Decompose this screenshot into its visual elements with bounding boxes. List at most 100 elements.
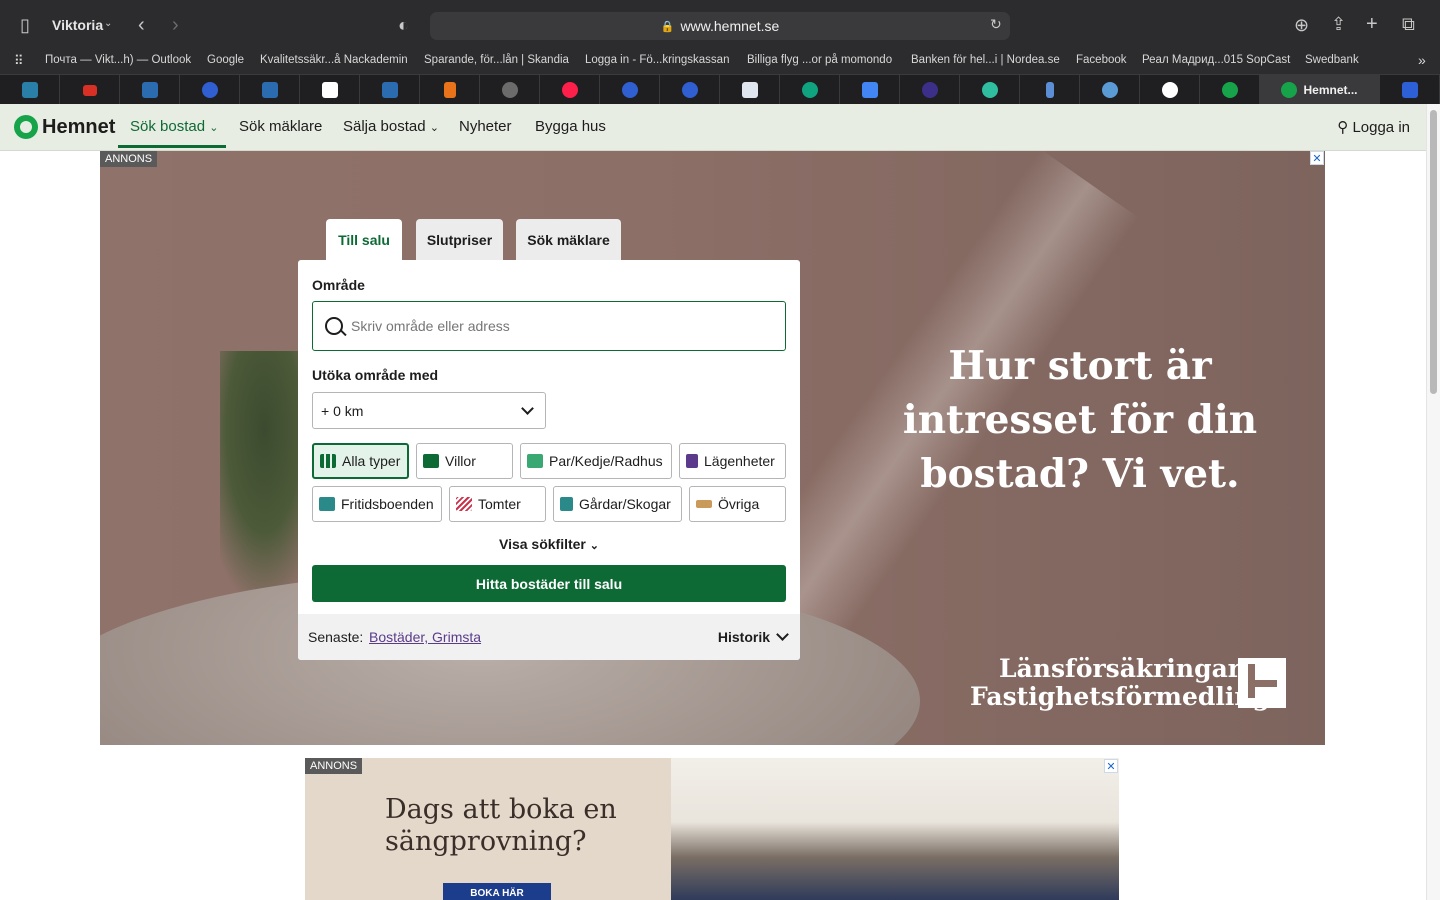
tab-slutpriser[interactable]: Slutpriser bbox=[416, 219, 503, 261]
favorites-bar: ⠿ Почта — Vikt...h) — Outlook Google Kva… bbox=[0, 50, 1440, 74]
nav-sok-maklare[interactable]: Sök mäklare bbox=[239, 118, 322, 135]
ad-close-icon[interactable]: ✕ bbox=[1104, 759, 1118, 773]
tab-red[interactable] bbox=[540, 75, 600, 105]
more-favorites-icon[interactable]: » bbox=[1418, 52, 1426, 68]
type-ovriga[interactable]: Övriga bbox=[689, 486, 786, 522]
tab-chatgpt[interactable] bbox=[780, 75, 840, 105]
tab-linkedin-2[interactable] bbox=[240, 75, 300, 105]
type-alla-typer[interactable]: Alla typer bbox=[312, 443, 409, 479]
favorite-skandia[interactable]: Sparande, för...lån | Skandia bbox=[424, 54, 569, 66]
privacy-shield-icon[interactable]: ◐ bbox=[398, 16, 409, 34]
type-lagenheter[interactable]: Lägenheter bbox=[679, 443, 786, 479]
red-dot-icon bbox=[561, 82, 578, 98]
login-link[interactable]: ⚲ Logga in bbox=[1337, 118, 1410, 136]
chevron-down-icon bbox=[776, 628, 789, 641]
grid-type-icon bbox=[320, 454, 336, 468]
tab-hemnet-active[interactable]: Hemnet... bbox=[1260, 75, 1380, 105]
favorite-facebook[interactable]: Facebook bbox=[1076, 54, 1127, 66]
hemnet-icon bbox=[1281, 82, 1298, 98]
tab-knot[interactable] bbox=[720, 75, 780, 105]
type-label: Fritidsboenden bbox=[341, 496, 434, 512]
favorite-outlook[interactable]: Почта — Vikt...h) — Outlook bbox=[45, 54, 191, 66]
share-icon[interactable]: ⇪ bbox=[1331, 15, 1346, 33]
gmail-icon bbox=[82, 84, 97, 96]
back-icon[interactable]: ‹ bbox=[138, 15, 145, 35]
browser-toolbar: ▯ Viktoria ⌄ ‹ › ◐ 🔒 www.hemnet.se ↻ ⊕ ⇪… bbox=[0, 0, 1440, 50]
bedroom-image bbox=[671, 758, 1119, 900]
favorite-sopcast[interactable]: Реал Мадрид...015 SopCast bbox=[1142, 54, 1290, 66]
cabin-icon bbox=[319, 497, 335, 511]
tab-till-salu[interactable]: Till salu bbox=[326, 219, 402, 261]
type-villor[interactable]: Villor bbox=[416, 443, 513, 479]
farm-icon bbox=[560, 497, 573, 511]
thermometer-icon bbox=[1045, 82, 1054, 98]
page-scrollbar[interactable] bbox=[1426, 104, 1440, 900]
recent-search-link[interactable]: Bostäder, Grimsta bbox=[369, 629, 481, 645]
tab-sok-maklare[interactable]: Sök mäklare bbox=[516, 219, 621, 261]
type-tomter[interactable]: Tomter bbox=[449, 486, 546, 522]
new-tab-icon[interactable]: + bbox=[1366, 14, 1378, 34]
download-icon[interactable]: ⊕ bbox=[1294, 16, 1309, 34]
link-icon bbox=[1101, 82, 1118, 98]
tab-blue-2[interactable] bbox=[600, 75, 660, 105]
favorite-nordea[interactable]: Banken för hel...i | Nordea.se bbox=[911, 54, 1060, 66]
tab-overview-icon[interactable]: ⧉ bbox=[1402, 15, 1415, 33]
profile-switcher[interactable]: Viktoria bbox=[52, 17, 103, 33]
lock-icon: 🔒 bbox=[660, 20, 675, 33]
type-fritidsboenden[interactable]: Fritidsboenden bbox=[312, 486, 442, 522]
nav-bygga-hus[interactable]: Bygga hus bbox=[535, 118, 606, 135]
expand-area-label: Utöka område med bbox=[312, 367, 439, 383]
show-filters-toggle[interactable]: Visa sökfilter ⌄ bbox=[298, 536, 800, 552]
ad-close-icon[interactable]: ✕ bbox=[1310, 151, 1324, 165]
expand-area-value: + 0 km bbox=[321, 402, 364, 419]
tab-n[interactable] bbox=[420, 75, 480, 105]
tab-booking[interactable] bbox=[1380, 75, 1440, 105]
tab-blue-3[interactable] bbox=[660, 75, 720, 105]
tab-thermo[interactable] bbox=[1020, 75, 1080, 105]
tab-hemnet-1[interactable] bbox=[1200, 75, 1260, 105]
tab-github[interactable] bbox=[1140, 75, 1200, 105]
search-panel: Område Skriv område eller adress Utöka o… bbox=[298, 260, 800, 660]
book-button[interactable]: BOKA HÄR bbox=[443, 883, 551, 900]
url-bar[interactable]: 🔒 www.hemnet.se bbox=[430, 12, 1010, 40]
chevron-down-icon[interactable]: ⌄ bbox=[104, 19, 112, 29]
chevron-down-icon: ⌄ bbox=[209, 122, 219, 134]
forward-icon[interactable]: › bbox=[172, 15, 179, 35]
second-advertisement[interactable]: Dags att boka en sängprovning? BOKA HÄR bbox=[305, 758, 1119, 900]
tab-linkedin-3[interactable] bbox=[360, 75, 420, 105]
favorite-forsakringskassan[interactable]: Logga in - Fö...kringskassan bbox=[585, 54, 729, 66]
hemnet-logo[interactable]: Hemnet bbox=[14, 115, 115, 139]
nav-salja-bostad[interactable]: Sälja bostad ⌄ bbox=[343, 118, 439, 135]
tab-translate[interactable] bbox=[840, 75, 900, 105]
nav-label: Sälja bostad bbox=[343, 118, 426, 135]
expand-area-select[interactable]: + 0 km bbox=[312, 392, 546, 429]
favorite-nackademin[interactable]: Kvalitetssäkr...å Nackademin bbox=[260, 54, 408, 66]
type-par-kedje-radhus[interactable]: Par/Kedje/Radhus bbox=[520, 443, 672, 479]
tab-link[interactable] bbox=[1080, 75, 1140, 105]
tab-linkedin-1[interactable] bbox=[120, 75, 180, 105]
tab-heart[interactable] bbox=[960, 75, 1020, 105]
favorite-swedbank[interactable]: Swedbank bbox=[1305, 54, 1359, 66]
favorite-google[interactable]: Google bbox=[207, 54, 244, 66]
area-search-input[interactable]: Skriv område eller adress bbox=[312, 301, 786, 351]
nav-nyheter[interactable]: Nyheter bbox=[459, 118, 512, 135]
blank-page-icon bbox=[321, 82, 338, 98]
recent-label: Senaste: bbox=[308, 629, 364, 645]
nav-sok-bostad[interactable]: Sök bostad ⌄ bbox=[130, 118, 218, 135]
tab-gmail[interactable] bbox=[60, 75, 120, 105]
tab-te[interactable] bbox=[0, 75, 60, 105]
type-gardar-skogar[interactable]: Gårdar/Skogar bbox=[553, 486, 682, 522]
tab-compass[interactable] bbox=[480, 75, 540, 105]
history-toggle[interactable]: Historik bbox=[718, 629, 770, 645]
sidebar-toggle-icon[interactable]: ▯ bbox=[20, 16, 30, 34]
plot-icon bbox=[456, 497, 472, 511]
tab-blue-1[interactable] bbox=[180, 75, 240, 105]
reload-icon[interactable]: ↻ bbox=[990, 17, 1002, 31]
github-icon bbox=[1161, 82, 1178, 98]
scrollbar-thumb[interactable] bbox=[1430, 110, 1437, 394]
tab-purple[interactable] bbox=[900, 75, 960, 105]
tab-blank[interactable] bbox=[300, 75, 360, 105]
favorite-momondo[interactable]: Billiga flyg ...or på momondo bbox=[747, 54, 892, 66]
search-submit-button[interactable]: Hitta bostäder till salu bbox=[312, 565, 786, 602]
grid-icon[interactable]: ⠿ bbox=[14, 53, 24, 69]
